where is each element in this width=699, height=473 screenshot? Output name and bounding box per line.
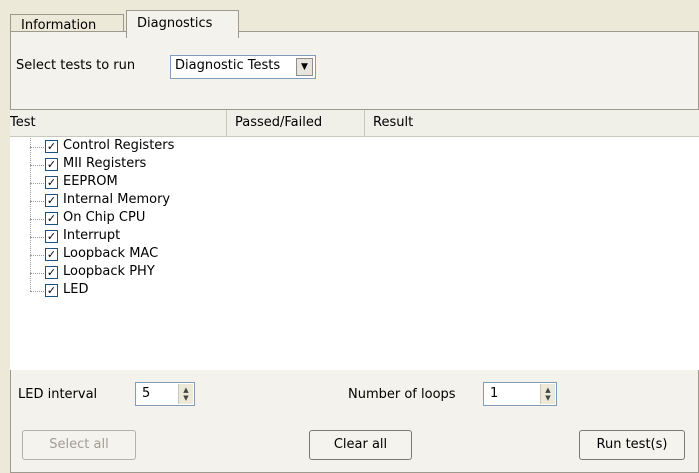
column-header-result[interactable]: Result [365,110,699,136]
test-label: On Chip CPU [63,210,146,225]
number-of-loops-label: Number of loops [348,387,456,402]
test-table: Test Passed/Failed Result ✓ Control Regis… [10,109,699,370]
spinner-arrows-icon[interactable]: ▲ ▼ [178,384,193,404]
test-checkbox[interactable]: ✓ [45,230,58,243]
test-checkbox[interactable]: ✓ [45,284,58,297]
chevron-down-icon[interactable]: ▼ [296,58,313,76]
led-interval-value: 5 [142,386,151,401]
test-label: Control Registers [63,138,175,153]
tree-item[interactable]: ✓ On Chip CPU [10,210,230,228]
test-checkbox[interactable]: ✓ [45,266,58,279]
tree-item[interactable]: ✓ MII Registers [10,156,230,174]
column-header-passed-failed[interactable]: Passed/Failed [227,110,365,136]
test-checkbox[interactable]: ✓ [45,176,58,189]
tree-item[interactable]: ✓ Loopback PHY [10,264,230,282]
clear-all-button[interactable]: Clear all [309,430,412,460]
test-label: MII Registers [63,156,147,171]
test-set-dropdown[interactable]: Diagnostic Tests ▼ [170,55,316,79]
spinner-arrows-icon[interactable]: ▲ ▼ [540,384,555,404]
select-all-button[interactable]: Select all [22,430,136,460]
tree-branch [30,273,44,274]
test-label: Loopback PHY [63,264,155,279]
tree-branch [30,147,44,148]
test-label: LED [63,282,89,297]
tree-item[interactable]: ✓ Internal Memory [10,192,230,210]
test-checkbox[interactable]: ✓ [45,140,58,153]
test-label: EEPROM [63,174,118,189]
led-interval-spinner[interactable]: 5 ▲ ▼ [135,382,195,406]
number-of-loops-spinner[interactable]: 1 ▲ ▼ [483,382,557,406]
tree-branch [30,219,44,220]
test-label: Internal Memory [63,192,171,207]
test-checkbox[interactable]: ✓ [45,248,58,261]
test-set-value: Diagnostic Tests [175,58,281,73]
options-row: LED interval 5 ▲ ▼ Number of loops 1 ▲ ▼ [10,382,699,412]
tree-branch [30,237,44,238]
test-checkbox[interactable]: ✓ [45,194,58,207]
led-interval-label: LED interval [18,387,98,402]
tree-branch [30,165,44,166]
tree-branch [30,183,44,184]
tree-item[interactable]: ✓ Interrupt [10,228,230,246]
tree-item[interactable]: ✓ Loopback MAC [10,246,230,264]
number-of-loops-value: 1 [490,386,499,401]
tree-item[interactable]: ✓ EEPROM [10,174,230,192]
tree-item[interactable]: ✓ LED [10,282,230,300]
test-label: Interrupt [63,228,121,243]
select-tests-label: Select tests to run [16,58,136,73]
tree-branch [30,201,44,202]
test-label: Loopback MAC [63,246,159,261]
test-checkbox[interactable]: ✓ [45,158,58,171]
tree-item[interactable]: ✓ Control Registers [10,138,230,156]
tab-diagnostics[interactable]: Diagnostics [126,10,239,38]
tree-branch [30,291,44,292]
run-tests-button[interactable]: Run test(s) [579,430,685,460]
column-header-test[interactable]: Test [10,110,227,136]
test-checkbox[interactable]: ✓ [45,212,58,225]
table-header: Test Passed/Failed Result [10,110,699,137]
tree-branch [30,255,44,256]
